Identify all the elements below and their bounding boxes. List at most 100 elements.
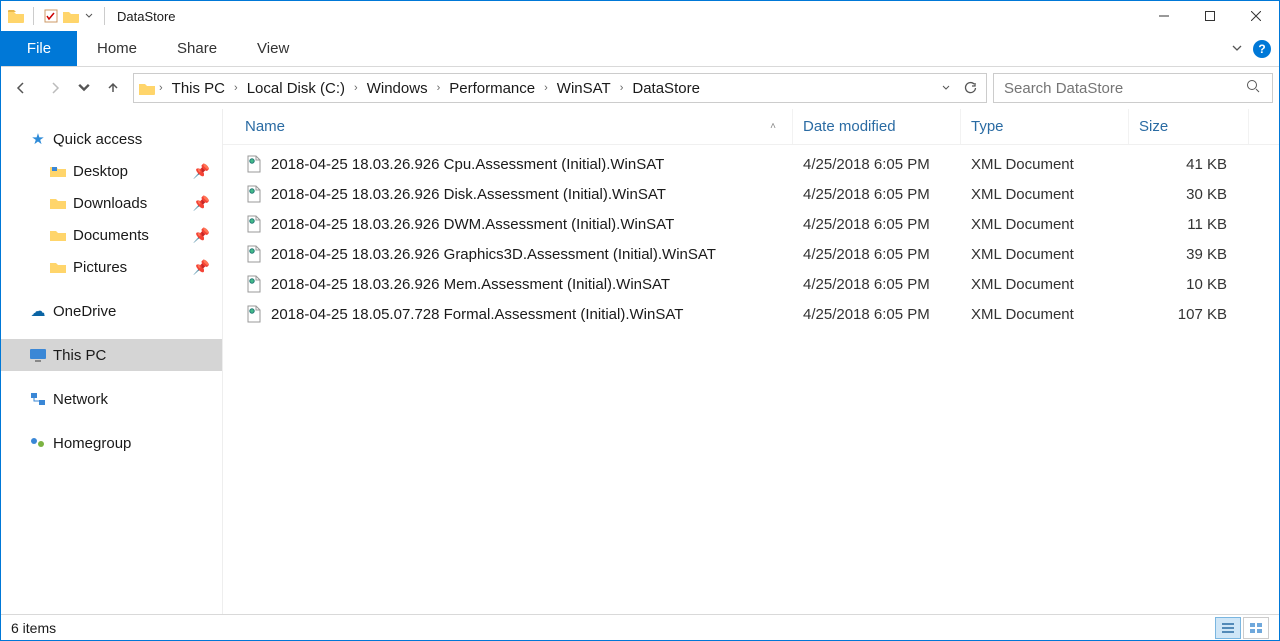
pin-icon: 📌 [193, 195, 210, 212]
view-large-icons-button[interactable] [1243, 617, 1269, 639]
file-date: 4/25/2018 6:05 PM [793, 156, 961, 173]
maximize-button[interactable] [1187, 1, 1233, 31]
content-area: Name ˄ Date modified Type Size 2018-04-2… [223, 109, 1279, 614]
navpane-onedrive[interactable]: ☁ OneDrive [1, 295, 222, 327]
chevron-right-icon[interactable]: › [351, 82, 361, 94]
up-button[interactable] [99, 74, 127, 102]
column-label: Size [1139, 118, 1168, 135]
file-date: 4/25/2018 6:05 PM [793, 276, 961, 293]
star-icon: ★ [29, 130, 47, 148]
qat-properties-icon[interactable] [42, 7, 60, 25]
file-name: 2018-04-25 18.03.26.926 DWM.Assessment (… [271, 216, 674, 233]
navpane-desktop[interactable]: Desktop 📌 [1, 155, 222, 187]
file-icon [245, 275, 263, 293]
file-tab[interactable]: File [1, 31, 77, 66]
file-name: 2018-04-25 18.03.26.926 Mem.Assessment (… [271, 276, 670, 293]
file-icon [245, 215, 263, 233]
file-date: 4/25/2018 6:05 PM [793, 186, 961, 203]
column-size[interactable]: Size [1129, 109, 1249, 144]
column-label: Type [971, 118, 1004, 135]
tab-home[interactable]: Home [77, 31, 157, 66]
file-name: 2018-04-25 18.03.26.926 Disk.Assessment … [271, 186, 666, 203]
crumb[interactable]: Performance [443, 80, 541, 97]
crumb[interactable]: This PC [166, 80, 231, 97]
separator [33, 7, 34, 25]
navpane-label: Network [53, 391, 108, 408]
address-folder-icon [138, 79, 156, 97]
title-bar: DataStore [1, 1, 1279, 31]
address-bar[interactable]: › This PC › Local Disk (C:) › Windows › … [133, 73, 987, 103]
file-size: 41 KB [1129, 156, 1249, 173]
separator [104, 7, 105, 25]
tab-share[interactable]: Share [157, 31, 237, 66]
forward-button[interactable] [41, 74, 69, 102]
navpane-downloads[interactable]: Downloads 📌 [1, 187, 222, 219]
file-row[interactable]: 2018-04-25 18.03.26.926 Graphics3D.Asses… [223, 239, 1279, 269]
crumb[interactable]: DataStore [626, 80, 706, 97]
file-size: 11 KB [1129, 216, 1249, 233]
file-list[interactable]: 2018-04-25 18.03.26.926 Cpu.Assessment (… [223, 145, 1279, 614]
search-box[interactable] [993, 73, 1273, 103]
navpane-this-pc[interactable]: This PC [1, 339, 222, 371]
file-date: 4/25/2018 6:05 PM [793, 216, 961, 233]
tab-view[interactable]: View [237, 31, 309, 66]
crumb[interactable]: Local Disk (C:) [241, 80, 351, 97]
file-type: XML Document [961, 156, 1129, 173]
search-icon[interactable] [1246, 79, 1264, 97]
chevron-right-icon[interactable]: › [231, 82, 241, 94]
view-details-button[interactable] [1215, 617, 1241, 639]
navpane-label: Pictures [73, 259, 127, 276]
recent-locations-button[interactable] [75, 74, 93, 102]
refresh-button[interactable] [958, 81, 982, 95]
navpane-network[interactable]: Network [1, 383, 222, 415]
close-button[interactable] [1233, 1, 1279, 31]
file-type: XML Document [961, 186, 1129, 203]
back-button[interactable] [7, 74, 35, 102]
qat-dropdown-icon[interactable] [82, 7, 96, 25]
navpane-label: Homegroup [53, 435, 131, 452]
nav-bar: › This PC › Local Disk (C:) › Windows › … [1, 67, 1279, 109]
qat-newfolder-icon[interactable] [62, 7, 80, 25]
chevron-right-icon[interactable]: › [156, 82, 166, 94]
navpane-pictures[interactable]: Pictures 📌 [1, 251, 222, 283]
crumb[interactable]: Windows [361, 80, 434, 97]
file-type: XML Document [961, 216, 1129, 233]
navpane-homegroup[interactable]: Homegroup [1, 427, 222, 459]
file-size: 39 KB [1129, 246, 1249, 263]
chevron-right-icon[interactable]: › [541, 82, 551, 94]
navpane-documents[interactable]: Documents 📌 [1, 219, 222, 251]
file-type: XML Document [961, 306, 1129, 323]
pin-icon: 📌 [193, 259, 210, 276]
status-bar: 6 items [1, 614, 1279, 640]
ribbon-expand-icon[interactable] [1231, 41, 1243, 57]
file-name: 2018-04-25 18.05.07.728 Formal.Assessmen… [271, 306, 683, 323]
file-icon [245, 305, 263, 323]
folder-icon [49, 194, 67, 212]
column-date[interactable]: Date modified [793, 109, 961, 144]
this-pc-icon [29, 346, 47, 364]
column-name[interactable]: Name ˄ [245, 109, 793, 144]
file-row[interactable]: 2018-04-25 18.03.26.926 Cpu.Assessment (… [223, 149, 1279, 179]
column-label: Name [245, 118, 285, 135]
file-size: 30 KB [1129, 186, 1249, 203]
file-row[interactable]: 2018-04-25 18.03.26.926 Disk.Assessment … [223, 179, 1279, 209]
chevron-right-icon[interactable]: › [617, 82, 627, 94]
pin-icon: 📌 [193, 227, 210, 244]
ribbon: File Home Share View ? [1, 31, 1279, 67]
help-icon[interactable]: ? [1253, 40, 1271, 58]
sort-ascending-icon: ˄ [770, 121, 776, 132]
chevron-right-icon[interactable]: › [434, 82, 444, 94]
address-dropdown-icon[interactable] [934, 83, 958, 93]
minimize-button[interactable] [1141, 1, 1187, 31]
folder-icon [49, 162, 67, 180]
search-input[interactable] [1002, 79, 1246, 98]
crumb[interactable]: WinSAT [551, 80, 617, 97]
file-icon [245, 185, 263, 203]
file-row[interactable]: 2018-04-25 18.05.07.728 Formal.Assessmen… [223, 299, 1279, 329]
navpane-quick-access[interactable]: ★ Quick access [1, 123, 222, 155]
file-size: 107 KB [1129, 306, 1249, 323]
file-row[interactable]: 2018-04-25 18.03.26.926 Mem.Assessment (… [223, 269, 1279, 299]
file-row[interactable]: 2018-04-25 18.03.26.926 DWM.Assessment (… [223, 209, 1279, 239]
column-type[interactable]: Type [961, 109, 1129, 144]
file-icon [245, 245, 263, 263]
